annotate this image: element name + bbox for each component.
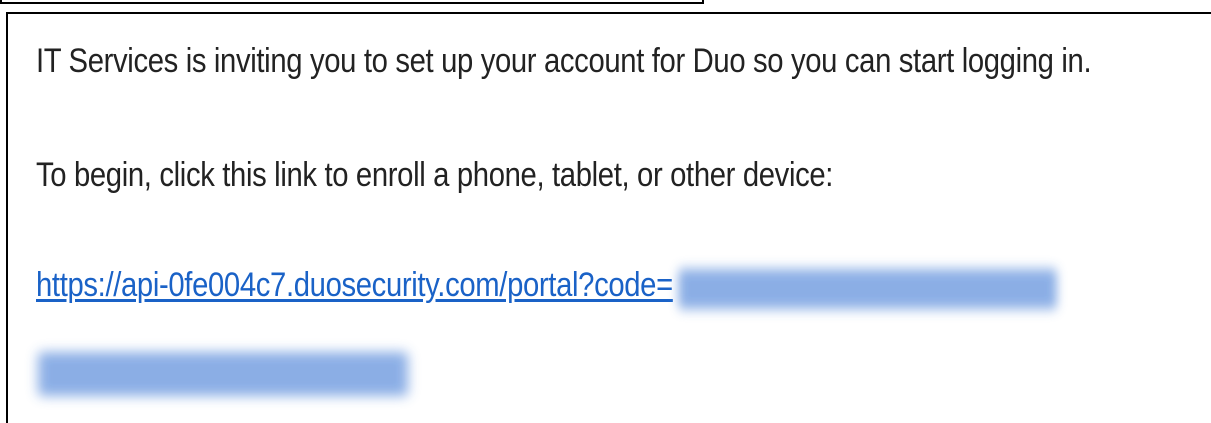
invitation-text: IT Services is inviting you to set up yo…: [36, 42, 1092, 80]
instruction-text: To begin, click this link to enroll a ph…: [36, 156, 834, 194]
screenshot-stage: IT Services is inviting you to set up yo…: [0, 0, 1211, 423]
redacted-code-part-2: [38, 352, 408, 396]
enrollment-link[interactable]: https://api-0fe004c7.duosecurity.com/por…: [36, 266, 673, 304]
previous-box-edge: [0, 0, 704, 4]
redacted-code-part-1: [678, 268, 1057, 309]
enrollment-link-line: https://api-0fe004c7.duosecurity.com/por…: [36, 266, 1057, 309]
email-body: IT Services is inviting you to set up yo…: [6, 12, 1211, 423]
